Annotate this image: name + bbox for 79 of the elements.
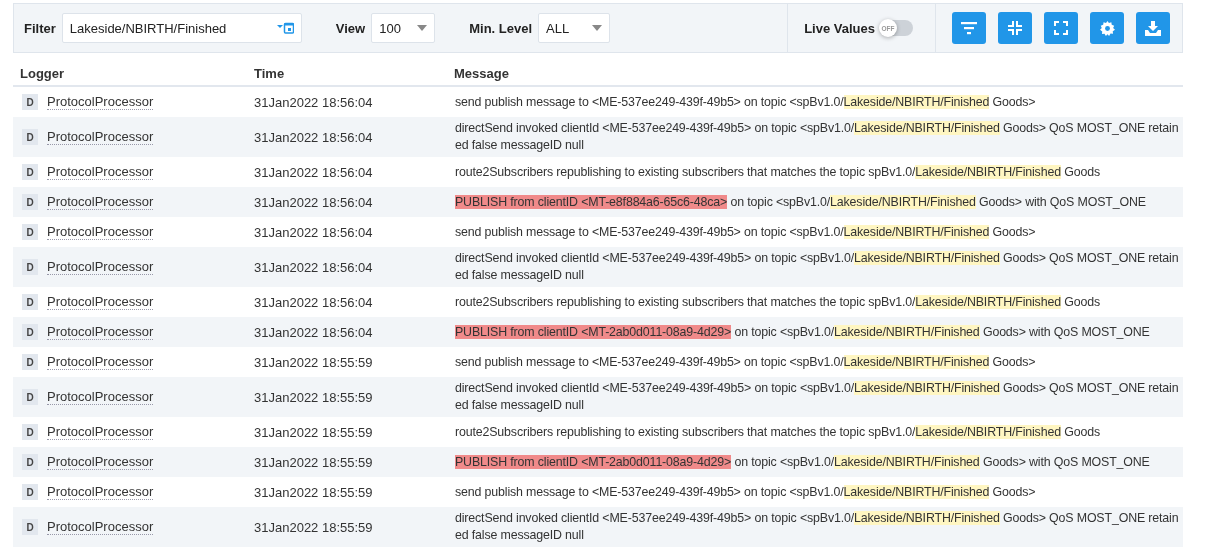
level-badge: D: [22, 94, 38, 110]
level-badge: D: [22, 324, 38, 340]
time-cell-text: 31Jan2022 18:56:04: [253, 324, 374, 340]
level-badge: D: [22, 294, 38, 310]
time-cell-text: 31Jan2022 18:56:04: [253, 294, 374, 310]
time-cell-text: 31Jan2022 18:56:04: [253, 94, 374, 110]
logger-link[interactable]: ProtocolProcessor: [47, 259, 154, 275]
filter-field[interactable]: Lakeside/NBIRTH/Finished: [61, 13, 302, 43]
message-cell-text: route2Subscribers republishing to existing subscribers that matches the topic spBv1.0/Lakeside/NBIRTH/Finished Goods: [454, 163, 1101, 181]
live-values-label: Live Values: [804, 20, 875, 36]
logger-link[interactable]: ProtocolProcessor: [47, 354, 154, 370]
collapse-button[interactable]: [998, 12, 1032, 44]
time-cell-text: 31Jan2022 18:55:59: [253, 454, 374, 470]
time-cell-text: 31Jan2022 18:56:04: [253, 164, 374, 180]
logger-link[interactable]: ProtocolProcessor: [47, 194, 154, 210]
view-label: View: [335, 20, 366, 36]
time-cell-text: 31Jan2022 18:56:04: [253, 129, 374, 145]
time-cell-text: 31Jan2022 18:55:59: [253, 484, 374, 500]
expand-icon: [1054, 21, 1068, 35]
logger-link[interactable]: ProtocolProcessor: [47, 519, 154, 535]
level-badge: D: [22, 484, 38, 500]
logger-link[interactable]: ProtocolProcessor: [47, 454, 154, 470]
logger-link[interactable]: ProtocolProcessor: [47, 224, 154, 240]
level-badge: D: [22, 389, 38, 405]
time-cell-text: 31Jan2022 18:56:04: [253, 194, 374, 210]
settings-icon: [1099, 20, 1115, 36]
filter-button[interactable]: [952, 12, 986, 44]
view-select[interactable]: 100: [371, 13, 436, 43]
column-header[interactable]: Message: [447, 65, 1183, 81]
calendar-dropdown-icon: [276, 22, 294, 34]
time-cell-text: 31Jan2022 18:55:59: [253, 389, 374, 405]
logger-link[interactable]: ProtocolProcessor: [47, 94, 154, 110]
logger-link[interactable]: ProtocolProcessor: [47, 389, 154, 405]
logger-link[interactable]: ProtocolProcessor: [47, 424, 154, 440]
message-cell-text: send publish message to <ME-537ee249-439f-49b5> on topic <spBv1.0/Lakeside/NBIRTH/Finished Goods>: [454, 93, 1037, 111]
filter-icon: [961, 21, 977, 35]
level-badge: D: [22, 454, 38, 470]
message-cell-text: route2Subscribers republishing to existing subscribers that matches the topic spBv1.0/Lakeside/NBIRTH/Finished Goods: [454, 423, 1101, 441]
message-cell-text: send publish message to <ME-537ee249-439f-49b5> on topic <spBv1.0/Lakeside/NBIRTH/Finished Goods>: [454, 483, 1037, 501]
level-badge: D: [22, 224, 38, 240]
level-badge: D: [22, 164, 38, 180]
filter-label: Filter: [24, 20, 56, 36]
level-badge: D: [22, 354, 38, 370]
level-badge: D: [22, 424, 38, 440]
message-cell-text: PUBLISH from clientID <MT-2ab0d011-08a9-4d29> on topic <spBv1.0/Lakeside/NBIRTH/Finished Goods> with QoS MOST_ONE: [454, 453, 1151, 471]
time-cell-text: 31Jan2022 18:55:59: [253, 354, 374, 370]
column-header[interactable]: Logger: [13, 65, 247, 81]
message-cell-text: directSend invoked clientId <ME-537ee249-439f-49b5> on topic <spBv1.0/Lakeside/NBIRTH/Finished Goods> QoS MOST_ONE retained false messageID null: [454, 510, 1180, 544]
caret-icon: [592, 25, 603, 31]
message-cell-text: directSend invoked clientId <ME-537ee249-439f-49b5> on topic <spBv1.0/Lakeside/NBIRTH/Finished Goods> QoS MOST_ONE retained false messageID null: [454, 250, 1180, 284]
message-cell-text: directSend invoked clientId <ME-537ee249-439f-49b5> on topic <spBv1.0/Lakeside/NBIRTH/Finished Goods> QoS MOST_ONE retained false messageID null: [454, 120, 1180, 154]
logger-link[interactable]: ProtocolProcessor: [47, 164, 154, 180]
logger-link[interactable]: ProtocolProcessor: [47, 484, 154, 500]
level-badge: D: [22, 129, 38, 145]
time-cell-text: 31Jan2022 18:56:04: [253, 224, 374, 240]
logger-link[interactable]: ProtocolProcessor: [47, 294, 154, 310]
level-badge: D: [22, 259, 38, 275]
message-cell-text: PUBLISH from clientID <MT-e8f884a6-65c6-48ca> on topic <spBv1.0/Lakeside/NBIRTH/Finished Goods> with QoS MOST_ONE: [454, 193, 1147, 211]
message-cell-text: send publish message to <ME-537ee249-439f-49b5> on topic <spBv1.0/Lakeside/NBIRTH/Finished Goods>: [454, 353, 1037, 371]
message-cell-text: PUBLISH from clientID <MT-2ab0d011-08a9-4d29> on topic <spBv1.0/Lakeside/NBIRTH/Finished Goods> with QoS MOST_ONE: [454, 323, 1151, 341]
download-button[interactable]: [1136, 12, 1170, 44]
message-cell-text: send publish message to <ME-537ee249-439f-49b5> on topic <spBv1.0/Lakeside/NBIRTH/Finished Goods>: [454, 223, 1037, 241]
logger-link[interactable]: ProtocolProcessor: [47, 324, 154, 340]
logger-link[interactable]: ProtocolProcessor: [47, 129, 154, 145]
min-level-select[interactable]: ALL: [538, 13, 611, 43]
level-badge: D: [22, 194, 38, 210]
time-cell-text: 31Jan2022 18:56:04: [253, 259, 374, 275]
settings-button[interactable]: [1090, 12, 1124, 44]
expand-button[interactable]: [1044, 12, 1078, 44]
level-badge: D: [22, 519, 38, 535]
time-cell-text: 31Jan2022 18:55:59: [253, 519, 374, 535]
time-cell-text: 31Jan2022 18:55:59: [253, 424, 374, 440]
column-header[interactable]: Time: [247, 65, 447, 81]
message-cell-text: directSend invoked clientId <ME-537ee249-439f-49b5> on topic <spBv1.0/Lakeside/NBIRTH/Finished Goods> QoS MOST_ONE retained false messageID null: [454, 380, 1180, 414]
min-level-label: Min. Level: [469, 20, 533, 36]
download-icon: [1145, 20, 1161, 36]
message-cell-text: route2Subscribers republishing to existing subscribers that matches the topic spBv1.0/Lakeside/NBIRTH/Finished Goods: [454, 293, 1101, 311]
caret-icon: [417, 25, 428, 31]
collapse-icon: [1008, 21, 1022, 35]
